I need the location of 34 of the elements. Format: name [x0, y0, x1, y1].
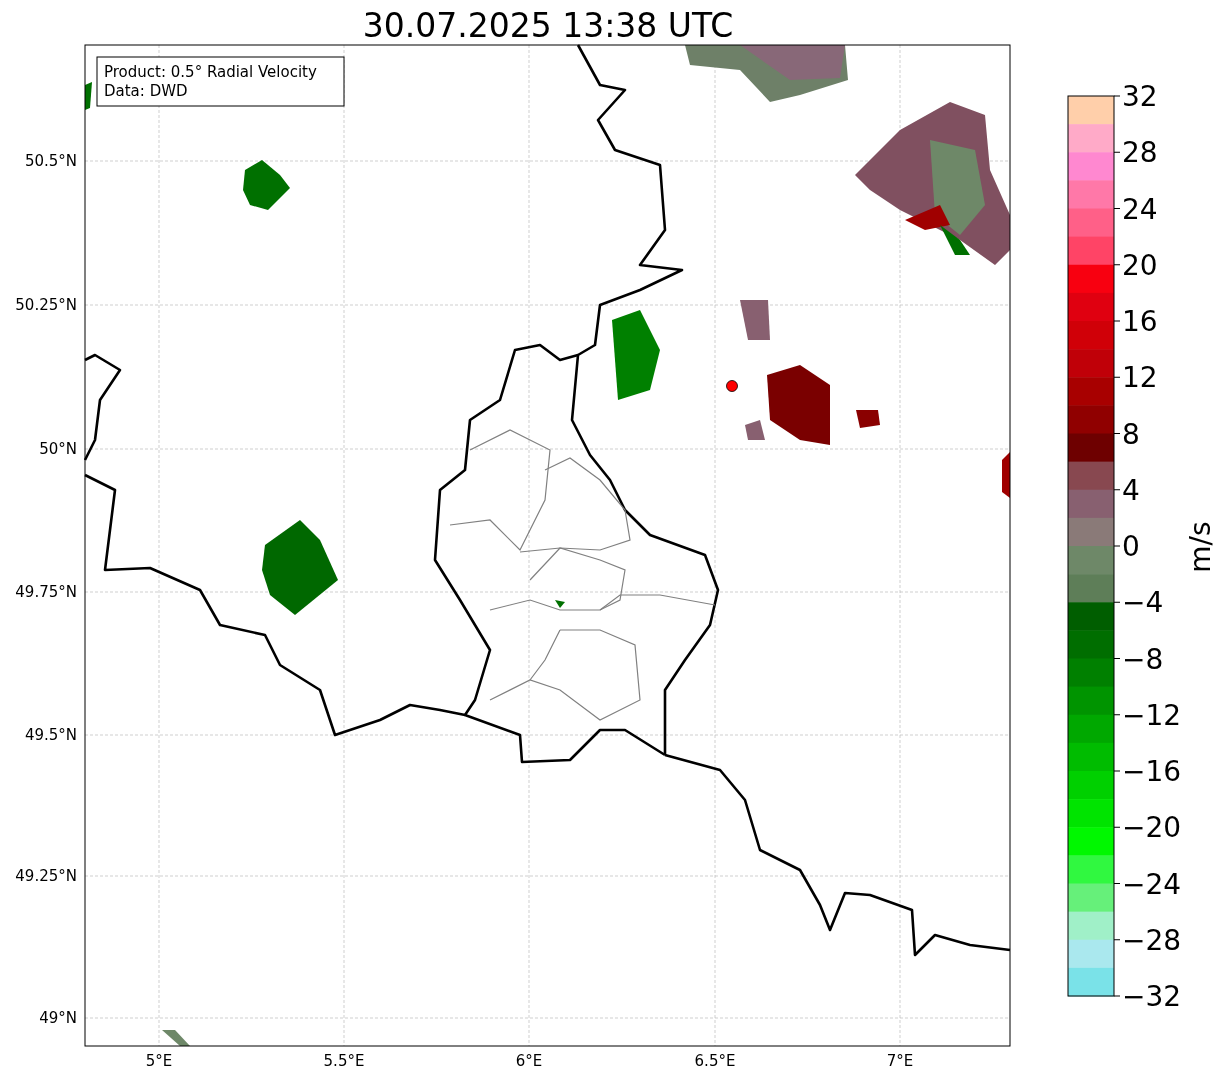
colorbar-tick-label: −28 — [1122, 923, 1182, 957]
colorbar-label: m/s — [1184, 521, 1217, 573]
colorbar-tick-label: −16 — [1122, 755, 1182, 788]
latitude-label: 50.5°N — [24, 152, 77, 170]
colorbar-tick-label: 20 — [1122, 248, 1158, 282]
info-text: Data: DWD — [104, 82, 188, 100]
colorbar-tick-label: 0 — [1122, 530, 1140, 563]
latitude-label: 49.75°N — [15, 583, 77, 601]
colorbar-tick-label: 12 — [1122, 361, 1158, 395]
longitude-label: 5.5°E — [323, 1052, 365, 1070]
info-text: Product: 0.5° Radial Velocity — [104, 63, 317, 81]
colorbar-tick-label: −8 — [1122, 642, 1164, 676]
latitude-label: 50.25°N — [15, 296, 77, 314]
chart-title: 30.07.2025 13:38 UTC — [362, 6, 734, 45]
colorbar-tick-label: −32 — [1122, 980, 1182, 1013]
colorbar-tick-label: −24 — [1122, 867, 1182, 901]
latitude-label: 49.5°N — [24, 726, 77, 744]
longitude-label: 6°E — [515, 1052, 543, 1070]
colorbar-tick-label: 8 — [1122, 417, 1140, 451]
longitude-label: 7°E — [886, 1052, 914, 1070]
latitude-label: 49.25°N — [15, 867, 77, 885]
colorbar-tick-label: −4 — [1122, 586, 1164, 620]
longitude-label: 5°E — [145, 1052, 173, 1070]
colorbar-tick-label: −12 — [1122, 698, 1182, 732]
latitude-label: 49°N — [39, 1009, 77, 1027]
colorbar-tick-label: 32 — [1122, 80, 1158, 113]
latitude-label: 50°N — [39, 440, 77, 458]
colorbar-tick-label: 4 — [1122, 473, 1140, 507]
colorbar-tick-label: −20 — [1122, 811, 1182, 845]
colorbar-tick-label: 28 — [1122, 136, 1158, 170]
colorbar-tick-label: 24 — [1122, 192, 1158, 226]
radar-site-marker — [726, 380, 738, 392]
longitude-label: 6.5°E — [694, 1052, 736, 1070]
colorbar-tick-label: 16 — [1122, 305, 1158, 338]
